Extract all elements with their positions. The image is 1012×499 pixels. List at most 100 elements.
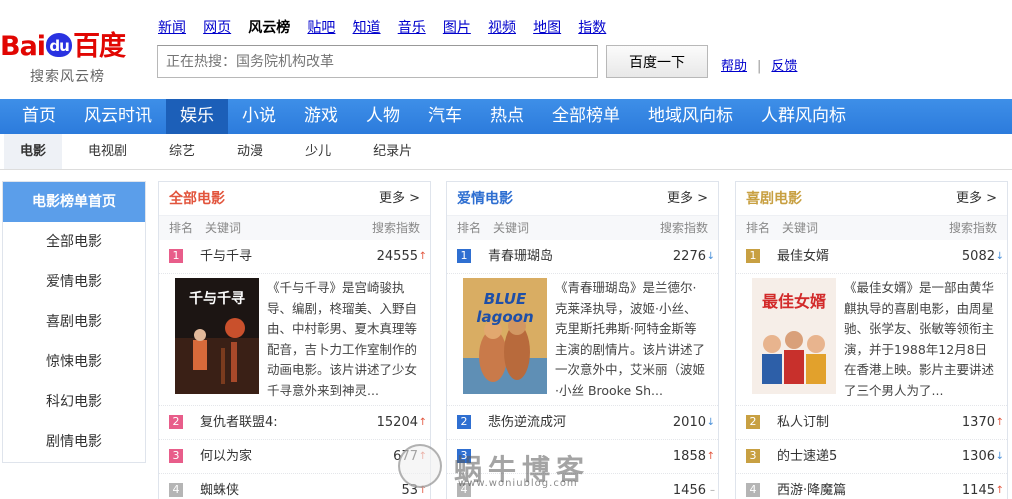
movie-name[interactable]: 最佳女婿	[777, 249, 829, 264]
top-link-images[interactable]: 图片	[443, 17, 471, 37]
tab-variety[interactable]: 综艺	[153, 134, 211, 169]
sidebar-item-all[interactable]: 全部电影	[3, 222, 145, 262]
logo-subtitle: 搜索风云榜	[30, 69, 105, 85]
rank-badge: 2	[169, 414, 183, 429]
top-link-zhidao[interactable]: 知道	[353, 17, 381, 37]
list-item[interactable]: 3 的士速递5 1306 ↓	[736, 440, 1007, 474]
tab-kids[interactable]: 少儿	[289, 134, 347, 169]
rank-badge: 4	[169, 482, 183, 497]
list-item[interactable]: 1 最佳女婿 5082 ↓	[736, 240, 1007, 274]
sidebar-item-romance[interactable]: 爱情电影	[3, 262, 145, 302]
top-link-video[interactable]: 视频	[488, 17, 516, 37]
sidebar-item-scifi[interactable]: 科幻电影	[3, 382, 145, 422]
feature-card: BLUE lagoon 《青春珊瑚岛》是兰德尔·克莱泽执导，波姬·小丝、克里斯托…	[447, 274, 718, 406]
search-button[interactable]: 百度一下	[606, 45, 708, 78]
sidebar-item-comedy[interactable]: 喜剧电影	[3, 302, 145, 342]
top-link-music[interactable]: 音乐	[398, 17, 426, 37]
trend-down-icon: ↓	[995, 251, 1004, 262]
header: Bai du 百度 搜索风云榜 新闻 网页 风云榜 贴吧 知道 音乐 图片 视频 地…	[0, 0, 1012, 98]
nav-item-people[interactable]: 人物	[352, 99, 414, 134]
trend-up-icon: ↑	[418, 251, 427, 262]
list-item[interactable]: 1 千与千寻 24555 ↑	[159, 240, 430, 274]
nav-item-crowd[interactable]: 人群风向标	[747, 99, 860, 134]
top-nav: 新闻 网页 风云榜 贴吧 知道 音乐 图片 视频 地图 指数	[158, 17, 619, 37]
list-item[interactable]: 2 复仇者联盟4: 15204 ↑	[159, 406, 430, 440]
movie-name[interactable]: 私人订制	[777, 415, 829, 430]
rank-badge: 3	[169, 448, 183, 463]
nav-item-games[interactable]: 游戏	[290, 99, 352, 134]
movie-description: 《千与千寻》是宫崎骏执导、编剧，柊瑠美、入野自由、中村彰男、夏木真理等配音，吉卜…	[267, 280, 418, 398]
rank-badge: 1	[169, 248, 183, 263]
logo-text-left: Bai	[0, 31, 46, 62]
movie-name[interactable]: 悲伤逆流成河	[488, 415, 566, 430]
trend-flat-icon: –	[710, 485, 715, 496]
sidebar-item-thriller[interactable]: 惊悚电影	[3, 342, 145, 382]
top-link-web[interactable]: 网页	[203, 17, 231, 37]
sidebar-item-drama[interactable]: 剧情电影	[3, 422, 145, 462]
nav-item-cars[interactable]: 汽车	[414, 99, 476, 134]
baidu-logo[interactable]: Bai du 百度 搜索风云榜	[0, 24, 150, 90]
list-item[interactable]: 4 西游·降魔篇 1145 ↑	[736, 474, 1007, 499]
list-item[interactable]: 2 悲伤逆流成河 2010 ↓	[447, 406, 718, 440]
tab-movies[interactable]: 电影	[4, 134, 63, 169]
list-item[interactable]: 3何以为家 677↑	[159, 440, 430, 474]
help-links: 帮助 | 反馈	[721, 55, 797, 74]
nav-item-regional[interactable]: 地域风向标	[634, 99, 747, 134]
more-link[interactable]: 更多 >	[956, 182, 997, 216]
top-link-tieba[interactable]: 贴吧	[307, 17, 335, 37]
top-link-news[interactable]: 新闻	[158, 17, 186, 37]
rank-badge: 1	[457, 248, 471, 263]
search-index: 1456	[672, 483, 706, 498]
trend-down-icon: ↓	[706, 417, 715, 428]
nav-item-hot[interactable]: 热点	[476, 99, 538, 134]
feedback-link[interactable]: 反馈	[771, 59, 797, 74]
top-link-index[interactable]: 指数	[578, 17, 606, 37]
column-headers: 排名 关键词 搜索指数	[447, 216, 718, 240]
panel-title: 喜剧电影	[746, 191, 802, 207]
sidebar-head[interactable]: 电影榜单首页	[3, 182, 145, 222]
watermark-url: www.woniublog.com	[458, 478, 578, 489]
list-item[interactable]: 4 蜘蛛侠 53 ↑	[159, 474, 430, 499]
top-link-fengyunbang[interactable]: 风云榜	[248, 17, 290, 37]
movie-name[interactable]: 青春珊瑚岛	[488, 249, 553, 264]
movie-name[interactable]: 何以为家	[200, 449, 252, 464]
movie-poster[interactable]: BLUE lagoon	[463, 278, 547, 394]
movie-name[interactable]: 西游·降魔篇	[777, 483, 846, 498]
trend-up-icon: ↑	[706, 451, 715, 462]
movie-name[interactable]: 的士速递5	[777, 449, 837, 464]
nav-item-news[interactable]: 风云时讯	[70, 99, 166, 134]
nav-item-entertainment[interactable]: 娱乐	[166, 99, 228, 134]
nav-item-novels[interactable]: 小说	[228, 99, 290, 134]
col-keyword: 关键词	[493, 221, 530, 235]
more-link[interactable]: 更多 >	[667, 182, 708, 216]
tab-documentary[interactable]: 纪录片	[357, 134, 428, 169]
search-index: 1370	[961, 415, 995, 430]
sub-nav: 电影 电视剧 综艺 动漫 少儿 纪录片	[0, 134, 1012, 170]
nav-item-home[interactable]: 首页	[8, 99, 70, 134]
movie-description: 《青春珊瑚岛》是兰德尔·克莱泽执导，波姬·小丝、克里斯托弗斯·阿特金斯等主演的剧…	[555, 280, 706, 398]
nav-item-all-lists[interactable]: 全部榜单	[538, 99, 634, 134]
movie-name[interactable]: 蜘蛛侠	[200, 483, 239, 498]
top-link-map[interactable]: 地图	[533, 17, 561, 37]
rank-badge: 2	[457, 414, 471, 429]
search-index: 1306	[961, 449, 995, 464]
tab-tv[interactable]: 电视剧	[72, 134, 143, 169]
trend-up-icon: ↑	[995, 417, 1004, 428]
logo-text-right: 百度	[73, 31, 126, 62]
help-link[interactable]: 帮助	[721, 59, 747, 74]
tab-anime[interactable]: 动漫	[221, 134, 279, 169]
col-index: 搜索指数	[948, 221, 997, 235]
column-headers: 排名 关键词 搜索指数	[159, 216, 430, 240]
movie-poster[interactable]: 千与千寻	[175, 278, 259, 394]
search-input[interactable]	[157, 45, 598, 78]
list-item[interactable]: 2 私人订制 1370 ↑	[736, 406, 1007, 440]
list-item[interactable]: 1 青春珊瑚岛 2276 ↓	[447, 240, 718, 274]
paw-icon: du	[46, 32, 73, 57]
movie-name[interactable]: 千与千寻	[200, 249, 252, 264]
col-rank: 排名	[746, 221, 771, 235]
search-index: 15204	[376, 415, 418, 430]
logo-wordmark: Bai du 百度	[0, 24, 126, 63]
more-link[interactable]: 更多 >	[379, 182, 420, 216]
movie-name[interactable]: 复仇者联盟4:	[200, 415, 278, 430]
movie-poster[interactable]: 最佳女婿	[752, 278, 836, 394]
